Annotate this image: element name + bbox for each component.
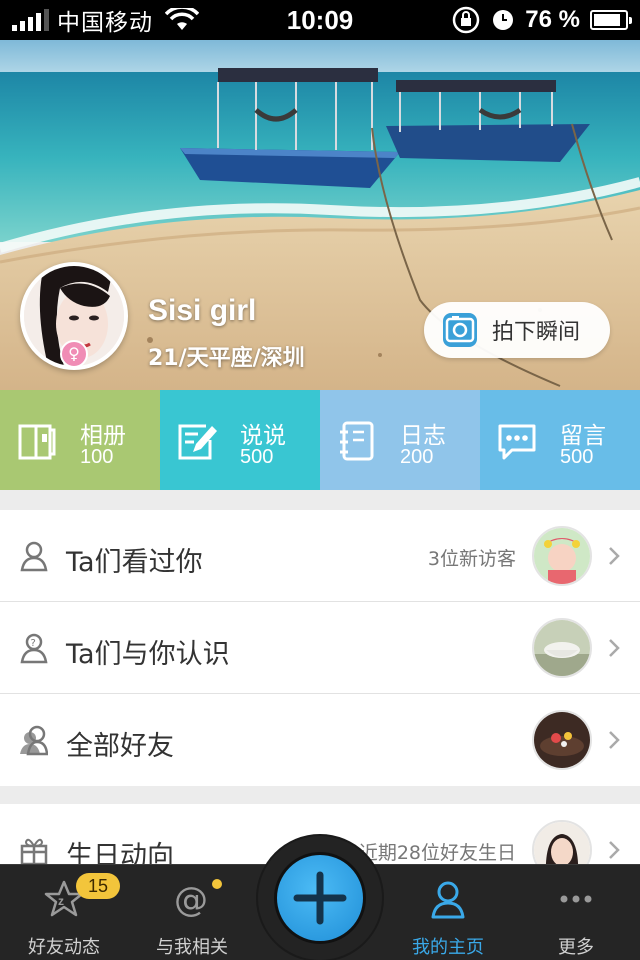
- stat-album[interactable]: 相册 100: [0, 390, 160, 490]
- svg-text:z: z: [58, 894, 64, 908]
- unread-dot: [212, 879, 222, 889]
- stat-shuoshuo-count: 500: [240, 446, 274, 468]
- snap-moment-label: 拍下瞬间: [492, 320, 581, 345]
- album-icon: [18, 424, 56, 460]
- tab-friend-feed[interactable]: z 15 好友动态: [0, 865, 128, 960]
- friend-avatar: [532, 710, 592, 770]
- stat-album-label: 相册: [80, 423, 126, 449]
- visitor-avatar: [532, 526, 592, 586]
- acquaintances-title: Ta们与你认识: [66, 639, 230, 670]
- stat-journal-label: 日志: [400, 423, 446, 449]
- chevron-right-icon: [609, 547, 620, 565]
- stat-messages-count: 500: [560, 446, 594, 468]
- acquaintance-avatar: [532, 618, 592, 678]
- list-item-all-friends[interactable]: 全部好友: [0, 694, 640, 786]
- friends-group: Ta们看过你 3位新访客 ? Ta们与你认识 全部好友: [0, 510, 640, 786]
- female-symbol-icon: ♀: [60, 340, 88, 368]
- tab-label: 好友动态: [28, 937, 100, 958]
- at-icon: @: [174, 880, 208, 919]
- rotation-lock-icon: [453, 6, 480, 34]
- chevron-right-icon: [609, 841, 620, 859]
- stat-journal-count: 200: [400, 446, 434, 468]
- notebook-icon: [340, 421, 374, 461]
- stat-journal[interactable]: 日志 200: [320, 390, 480, 490]
- friends-icon: [20, 725, 48, 756]
- person-icon: [20, 541, 48, 572]
- tab-related-to-me[interactable]: @ 与我相关: [128, 865, 256, 960]
- alarm-icon: [493, 10, 514, 30]
- stats-bar: 相册 100 说说 500 日志 200 留言 500: [0, 390, 640, 490]
- stat-messages-label: 留言: [560, 423, 606, 449]
- svg-text:@: @: [174, 880, 208, 919]
- chat-icon: [498, 424, 536, 460]
- birthdays-count: 近期28位好友生日: [358, 842, 516, 864]
- tab-label: 我的主页: [412, 937, 484, 958]
- tab-label: 更多: [558, 937, 594, 958]
- profile-info: 21/天平座/深圳: [148, 346, 305, 371]
- status-bar: 中国移动 10:09 76 %: [0, 0, 640, 40]
- birthday-avatar: [532, 820, 592, 864]
- stat-messages[interactable]: 留言 500: [480, 390, 640, 490]
- visitors-title: Ta们看过你: [66, 547, 203, 578]
- list-item-visitors[interactable]: Ta们看过你 3位新访客: [0, 510, 640, 602]
- profile-cover: ♀ Sisi girl 21/天平座/深圳 拍下瞬间: [0, 40, 640, 390]
- birthdays-title: 生日动向: [66, 841, 174, 864]
- gift-icon: [20, 838, 48, 864]
- tab-more[interactable]: 更多: [512, 865, 640, 960]
- more-dots-icon: [560, 895, 592, 903]
- tab-label: 与我相关: [156, 937, 228, 958]
- battery-icon: [590, 10, 632, 30]
- notification-badge: 15: [76, 873, 120, 899]
- stat-album-count: 100: [80, 446, 114, 468]
- profile-name: Sisi girl: [148, 294, 257, 327]
- person-question-icon: ?: [20, 633, 48, 664]
- compose-button[interactable]: [274, 852, 366, 944]
- visitors-count: 3位新访客: [427, 548, 516, 570]
- camera-icon: [443, 313, 477, 347]
- list-item-acquaintances[interactable]: ? Ta们与你认识: [0, 602, 640, 694]
- chevron-right-icon: [609, 731, 620, 749]
- svg-text:?: ?: [31, 638, 36, 649]
- battery-percent: 76 %: [525, 6, 580, 33]
- all-friends-title: 全部好友: [66, 731, 174, 762]
- tab-my-homepage[interactable]: 我的主页: [384, 865, 512, 960]
- stat-shuoshuo[interactable]: 说说 500: [160, 390, 320, 490]
- plus-icon: [293, 871, 347, 925]
- snap-moment-button[interactable]: 拍下瞬间: [424, 302, 610, 358]
- stat-shuoshuo-label: 说说: [240, 423, 286, 449]
- edit-icon: [178, 424, 217, 460]
- profile-icon: [431, 881, 465, 919]
- chevron-right-icon: [609, 639, 620, 657]
